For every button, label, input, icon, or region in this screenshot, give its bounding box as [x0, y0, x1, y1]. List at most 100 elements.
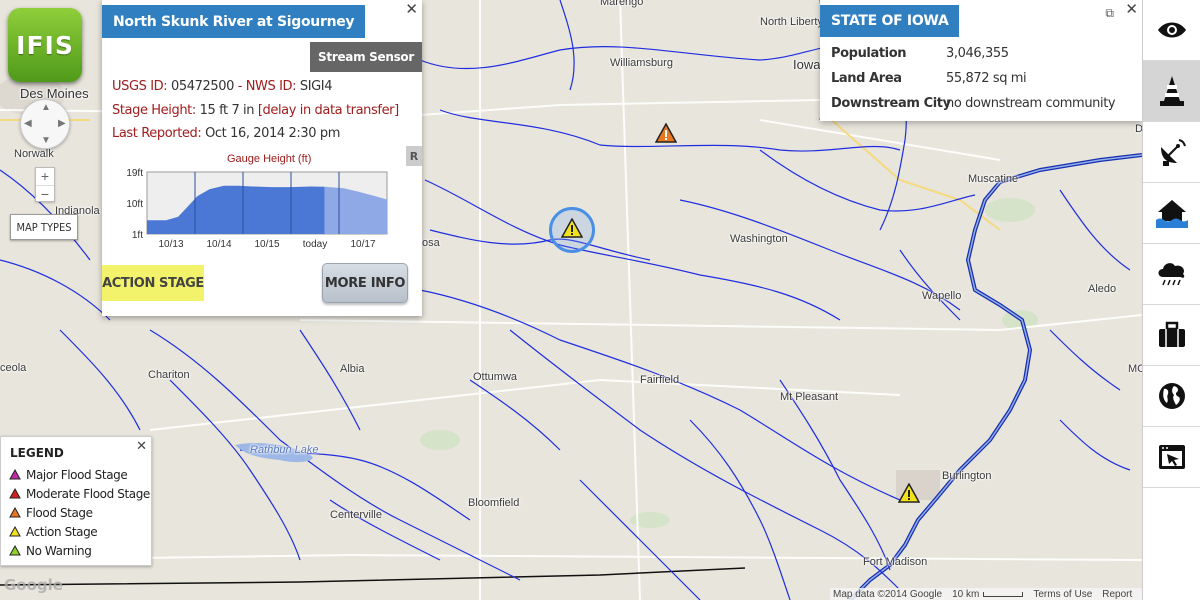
chart-title: Gauge Height (ft)	[227, 153, 312, 165]
map-attribution: Map data ©2014 Google 10 km Terms of Use…	[830, 588, 1142, 600]
close-icon[interactable]: ✕	[405, 0, 418, 18]
place-label: Wapello	[922, 290, 962, 302]
place-label: Norwalk	[14, 148, 54, 160]
flooded-house-icon	[1156, 200, 1188, 228]
pan-up-icon[interactable]: ▲	[41, 103, 51, 113]
chart-y-tick-label: 1ft	[132, 230, 143, 241]
close-icon[interactable]: ✕	[1125, 0, 1138, 18]
state-row-label: Downstream City	[831, 96, 951, 111]
place-label: Williamsburg	[610, 57, 673, 69]
chart-x-tick-label: 10/13	[158, 239, 183, 250]
warning-triangle-icon	[9, 487, 21, 499]
state-popup: STATE OF IOWA ⧉ ✕ Population 3,046,355 La…	[820, 0, 1142, 121]
legend-item: Moderate Flood Stage	[9, 487, 150, 501]
eye-icon	[1158, 22, 1186, 38]
place-label: Albia	[340, 363, 365, 375]
last-reported-value: Oct 16, 2014 2:30 pm	[205, 126, 340, 141]
right-toolbar	[1142, 0, 1200, 600]
place-label: Des Moines	[20, 86, 89, 101]
place-label: Muscatine	[968, 173, 1019, 185]
state-popup-title: STATE OF IOWA	[820, 5, 960, 37]
terms-link[interactable]: Terms of Use	[1033, 589, 1092, 600]
usgs-id-label: USGS ID:	[112, 79, 168, 94]
tool-briefcase[interactable]	[1143, 305, 1200, 366]
stage-height-value: 15 ft 7 in	[199, 103, 255, 118]
flood-stage-marker[interactable]	[655, 123, 677, 143]
legend-item-label: Action Stage	[26, 525, 98, 539]
pan-down-icon[interactable]: ▼	[41, 136, 51, 146]
sensor-ids: USGS ID: 05472500 - NWS ID: SIGI4	[112, 79, 333, 94]
map-data-credit: Map data ©2014 Google	[833, 588, 943, 600]
globe-icon	[1159, 383, 1185, 409]
chart-y-tick-label: 10ft	[126, 199, 143, 210]
tool-cursor-window[interactable]	[1143, 427, 1200, 488]
chart-x-tick-label: today	[303, 239, 327, 250]
place-label: Fairfield	[640, 374, 680, 386]
state-row-downstream-city: Downstream Cityno downstream community	[831, 96, 1116, 111]
legend-item-label: Major Flood Stage	[26, 468, 128, 482]
stage-status-badge: ACTION STAGE	[102, 265, 204, 301]
pan-control[interactable]: ▲ ▼ ◀ ▶	[20, 99, 70, 149]
place-label: osa	[422, 237, 440, 249]
warning-triangle-icon	[9, 468, 21, 480]
pan-right-icon[interactable]: ▶	[58, 119, 66, 129]
legend-item: Major Flood Stage	[9, 468, 128, 482]
r-button[interactable]: R	[406, 146, 422, 166]
tool-eye[interactable]	[1143, 0, 1200, 61]
briefcase-icon	[1159, 321, 1185, 347]
last-reported-row: Last Reported: Oct 16, 2014 2:30 pm	[112, 126, 340, 141]
tool-globe[interactable]	[1143, 366, 1200, 427]
state-row-value: no downstream community	[946, 96, 1116, 111]
warning-triangle-icon	[9, 544, 21, 556]
action-stage-marker-selected[interactable]	[561, 218, 583, 238]
map-types-button[interactable]: MAP TYPES	[10, 214, 78, 240]
state-row-label: Population	[831, 46, 907, 61]
place-label: Marengo	[600, 0, 644, 8]
external-link-icon[interactable]: ⧉	[1105, 6, 1114, 21]
sensor-popup: North Skunk River at Sigourney ✕ Stream …	[102, 0, 422, 316]
place-label: Da	[1135, 123, 1142, 135]
place-label: Bloomfield	[468, 497, 520, 509]
zoom-in-button[interactable]: +	[36, 168, 54, 185]
place-label: MC	[1128, 363, 1142, 375]
stage-height-note: [delay in data transfer]	[257, 103, 399, 118]
chart-x-tick-label: 10/14	[206, 239, 231, 250]
place-label: Aledo	[1088, 283, 1117, 295]
chart-y-tick-label: 19ft	[126, 168, 143, 179]
sensor-type-badge: Stream Sensor	[310, 42, 422, 72]
last-reported-label: Last Reported:	[112, 126, 202, 141]
gauge-height-chart: 19ft 10ft 1ft 10/13 10/14 10/15 today 10/17	[126, 168, 388, 250]
close-icon[interactable]: ✕	[136, 438, 147, 454]
legend-item: Flood Stage	[9, 506, 93, 520]
warning-triangle-icon	[9, 525, 21, 537]
tool-satellite[interactable]	[1143, 122, 1200, 183]
tool-flood[interactable]	[1143, 183, 1200, 244]
ifis-logo[interactable]: IFIS	[8, 8, 82, 82]
scale-bar	[983, 591, 1024, 597]
tool-rain[interactable]	[1143, 244, 1200, 305]
place-label: North Liberty	[760, 16, 823, 28]
place-label: Washington	[730, 233, 788, 245]
traffic-cone-icon	[1160, 76, 1184, 106]
state-row-value: 3,046,355	[946, 46, 1009, 61]
legend-item-label: Moderate Flood Stage	[26, 487, 150, 501]
more-info-button[interactable]: MORE INFO	[322, 263, 408, 303]
legend-title: LEGEND	[10, 446, 64, 460]
place-label: Centerville	[330, 509, 382, 521]
pan-left-icon[interactable]: ◀	[24, 119, 32, 129]
zoom-out-button[interactable]: −	[36, 185, 54, 202]
stage-height-label: Stage Height:	[112, 103, 196, 118]
satellite-dish-icon	[1161, 139, 1186, 166]
legend-item-label: No Warning	[26, 544, 92, 558]
tool-traffic-cone[interactable]	[1143, 61, 1200, 122]
action-stage-marker[interactable]	[898, 483, 920, 503]
state-row-value: 55,872 sq mi	[946, 71, 1027, 86]
place-label: Mt Pleasant	[780, 391, 839, 403]
cursor-window-icon	[1159, 445, 1185, 469]
place-label: Ottumwa	[473, 371, 518, 383]
chart-x-tick-label: 10/17	[350, 239, 375, 250]
nws-id-value: SIGI4	[299, 79, 333, 94]
warning-triangle-icon	[9, 506, 21, 518]
zoom-control: + −	[35, 167, 55, 202]
report-link[interactable]: Report	[1102, 589, 1132, 600]
